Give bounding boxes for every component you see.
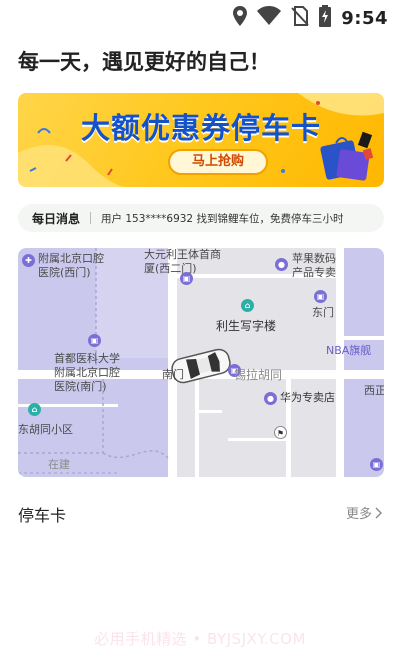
map-label-huawei: 华为专卖店: [280, 391, 335, 404]
more-label: 更多: [345, 507, 372, 522]
wifi-icon: [257, 6, 282, 30]
greeting-title: 每一天，遇见更好的自己！: [18, 50, 270, 74]
map-label-building-top: 大元利王体首商 厦(西二门): [144, 248, 221, 275]
construction-poi-icon: ⚑: [274, 426, 287, 439]
hospital-poi-icon: ✚: [22, 254, 35, 267]
gate-poi-icon: ▣: [314, 290, 327, 303]
promo-banner[interactable]: 大额优惠券停车卡 马上抢购: [18, 93, 384, 187]
map-label-south-gate: 南门: [162, 368, 184, 381]
edge-poi-icon: ▣: [370, 458, 383, 471]
map-label-lisheng: 利生写字楼: [216, 319, 277, 333]
banner-title: 大额优惠券停车卡: [80, 111, 321, 145]
notice-message: 用户 153****6932 找到锦鲤车位，免费停车三小时: [101, 212, 344, 225]
more-link[interactable]: 更多: [346, 503, 382, 522]
map-label-apple-store: 苹果数码 产品专卖: [292, 252, 336, 279]
shop-poi-icon: ●: [275, 258, 288, 271]
notice-divider: [90, 212, 92, 224]
huawei-poi-icon: ●: [264, 392, 277, 405]
map-label-east-gate: 东门: [312, 306, 334, 319]
chevron-right-icon: [375, 507, 382, 518]
no-sim-icon: [291, 6, 309, 30]
map-label-community: 东胡同小区: [18, 423, 73, 436]
community-poi-icon: ⌂: [28, 403, 41, 416]
map-label-west: 西正: [364, 384, 384, 397]
location-icon: [233, 6, 248, 30]
map-label-construction: 在建: [48, 458, 70, 471]
daily-notice-bar[interactable]: 每日消息 用户 153****6932 找到锦鲤车位，免费停车三小时: [18, 204, 384, 232]
map-label-xilahutong: 锡拉胡同: [234, 368, 283, 382]
parking-map[interactable]: ✚ ▣ ● ▣ ⌂ ▣ ▣ ● ⌂ ▣ ⚑ 附属北京口腔 医院(西门) 大元利王…: [18, 248, 384, 477]
map-label-hospital-south: 首都医科大学 附属北京口腔 医院(南门): [54, 352, 120, 393]
watermark-text: 必用手机精选 • BYJSJXY.COM: [94, 630, 306, 648]
status-icons: 9:54: [233, 5, 388, 31]
map-label-nba: NBA旗舰: [326, 344, 372, 357]
map-label-hospital-west: 附属北京口腔 医院(西门): [38, 252, 104, 279]
buy-now-button[interactable]: 马上抢购: [168, 149, 268, 175]
hospital-south-poi-icon: ▣: [88, 334, 101, 347]
status-bar: 9:54: [0, 0, 400, 36]
parking-card-section-title: 停车卡: [18, 506, 67, 525]
office-poi-icon: ⌂: [241, 299, 254, 312]
status-time: 9:54: [341, 7, 388, 29]
battery-charging-icon: [319, 5, 332, 31]
notice-label: 每日消息: [32, 211, 81, 226]
